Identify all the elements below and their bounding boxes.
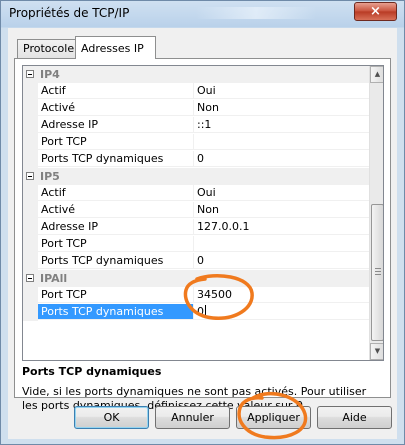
- property-value[interactable]: Oui: [194, 185, 369, 201]
- scroll-down-icon: ▼: [374, 347, 381, 355]
- property-row[interactable]: Ports TCP dynamiques 0: [23, 151, 369, 168]
- property-row[interactable]: Activé Non: [23, 100, 369, 117]
- scroll-up-button[interactable]: ▲: [370, 66, 383, 83]
- grip-line: [375, 268, 381, 269]
- property-row[interactable]: Adresse IP::1: [23, 117, 369, 134]
- cancel-button[interactable]: Annuler: [155, 406, 230, 429]
- scroll-thumb[interactable]: [371, 204, 383, 341]
- properties-dialog: Propriétés de TCP/IP × Protocole Adresse…: [0, 0, 405, 445]
- property-value-text: ::1: [197, 118, 212, 131]
- help-button[interactable]: Aide: [317, 406, 392, 429]
- property-value-text: Non: [197, 101, 219, 114]
- button-row: OK Annuler Appliquer Aide: [8, 406, 397, 434]
- tab-adresses-ip[interactable]: Adresses IP: [75, 36, 156, 59]
- property-row[interactable]: Actif Oui: [23, 83, 369, 100]
- property-name: Activé: [38, 202, 194, 218]
- collapse-icon[interactable]: [26, 70, 34, 78]
- property-value[interactable]: Non: [194, 202, 369, 218]
- property-name: Activé: [38, 100, 194, 116]
- property-name: Port TCP: [38, 287, 194, 303]
- category-row[interactable]: IP4: [23, 66, 369, 83]
- close-icon: ×: [370, 4, 381, 19]
- property-value-text: 0: [197, 254, 204, 267]
- row-gutter: [23, 117, 38, 134]
- property-row[interactable]: Port TCP 34500: [23, 287, 369, 304]
- property-value[interactable]: 127.0.0.1: [194, 219, 369, 235]
- row-gutter: [23, 151, 38, 168]
- collapse-icon[interactable]: [26, 172, 34, 180]
- property-name: Adresse IP: [38, 117, 194, 133]
- property-value[interactable]: ::1: [194, 117, 369, 133]
- category-label: IP5: [40, 170, 60, 183]
- row-gutter: [23, 287, 38, 304]
- tab-protocole[interactable]: Protocole: [17, 39, 76, 58]
- property-value[interactable]: 0: [194, 151, 369, 167]
- property-value[interactable]: 34500: [194, 287, 369, 303]
- property-name: Ports TCP dynamiques: [38, 151, 194, 167]
- title-bar[interactable]: Propriétés de TCP/IP ×: [1, 1, 404, 27]
- property-value[interactable]: Non: [194, 100, 369, 116]
- ok-button[interactable]: OK: [74, 406, 149, 429]
- property-row[interactable]: Actif Oui: [23, 185, 369, 202]
- dialog-client-area: Protocole Adresses IP IP4 Actif Oui Activé N…: [8, 28, 397, 439]
- close-button[interactable]: ×: [354, 2, 397, 21]
- row-gutter: [23, 236, 38, 253]
- property-name: Port TCP: [38, 134, 194, 150]
- vertical-scrollbar[interactable]: ▲ ▼: [369, 66, 383, 360]
- property-value-text: Non: [197, 203, 219, 216]
- property-name: Actif: [38, 185, 194, 201]
- grip-line: [375, 271, 381, 272]
- collapse-icon[interactable]: [26, 274, 34, 282]
- property-name: Ports TCP dynamiques: [38, 253, 194, 269]
- property-name: Actif: [38, 83, 194, 99]
- property-name: Ports TCP dynamiques: [38, 304, 194, 320]
- property-value[interactable]: Oui: [194, 83, 369, 99]
- row-gutter: [23, 304, 38, 321]
- row-gutter: [23, 219, 38, 236]
- row-gutter: [23, 134, 38, 151]
- row-gutter: [23, 253, 38, 270]
- row-gutter: [23, 100, 38, 117]
- property-value[interactable]: [194, 134, 369, 150]
- tab-protocole-label: Protocole: [23, 42, 75, 55]
- property-value-text: 0: [197, 305, 204, 318]
- row-gutter: [23, 83, 38, 100]
- title-bar-glass: [196, 7, 316, 19]
- text-cursor: [205, 305, 206, 317]
- category-row[interactable]: IPAll: [23, 270, 369, 287]
- property-value-text: Oui: [197, 186, 216, 199]
- category-label: IPAll: [40, 272, 68, 285]
- category-label: IP4: [40, 68, 60, 81]
- row-gutter: [23, 185, 38, 202]
- property-row[interactable]: Ports TCP dynamiques 0: [23, 304, 369, 321]
- scroll-up-icon: ▲: [374, 70, 381, 78]
- tab-adresses-ip-label: Adresses IP: [81, 42, 144, 55]
- tab-panel: IP4 Actif Oui Activé Non Adresse IP::1 Port TC…: [14, 58, 391, 412]
- category-row[interactable]: IP5: [23, 168, 369, 185]
- apply-button[interactable]: Appliquer: [236, 406, 311, 429]
- scroll-down-button[interactable]: ▼: [370, 343, 383, 360]
- property-value[interactable]: 0: [194, 304, 369, 320]
- property-row[interactable]: Ports TCP dynamiques 0: [23, 253, 369, 270]
- description-title: Ports TCP dynamiques: [22, 365, 162, 378]
- property-row[interactable]: Adresse IP 127.0.0.1: [23, 219, 369, 236]
- property-name: Port TCP: [38, 236, 194, 252]
- property-row[interactable]: Activé Non: [23, 202, 369, 219]
- property-value-text: 34500: [197, 288, 232, 301]
- property-row[interactable]: Port TCP: [23, 236, 369, 253]
- property-value-text: 0: [197, 152, 204, 165]
- property-value[interactable]: 0: [194, 253, 369, 269]
- property-value-text: Oui: [197, 84, 216, 97]
- window-title: Propriétés de TCP/IP: [9, 6, 130, 20]
- row-gutter: [23, 202, 38, 219]
- property-value-text: 127.0.0.1: [197, 220, 250, 233]
- property-row[interactable]: Port TCP: [23, 134, 369, 151]
- property-value[interactable]: [194, 236, 369, 252]
- property-name: Adresse IP: [38, 219, 194, 235]
- grip-line: [375, 274, 381, 275]
- property-grid: IP4 Actif Oui Activé Non Adresse IP::1 Port TC…: [22, 65, 384, 361]
